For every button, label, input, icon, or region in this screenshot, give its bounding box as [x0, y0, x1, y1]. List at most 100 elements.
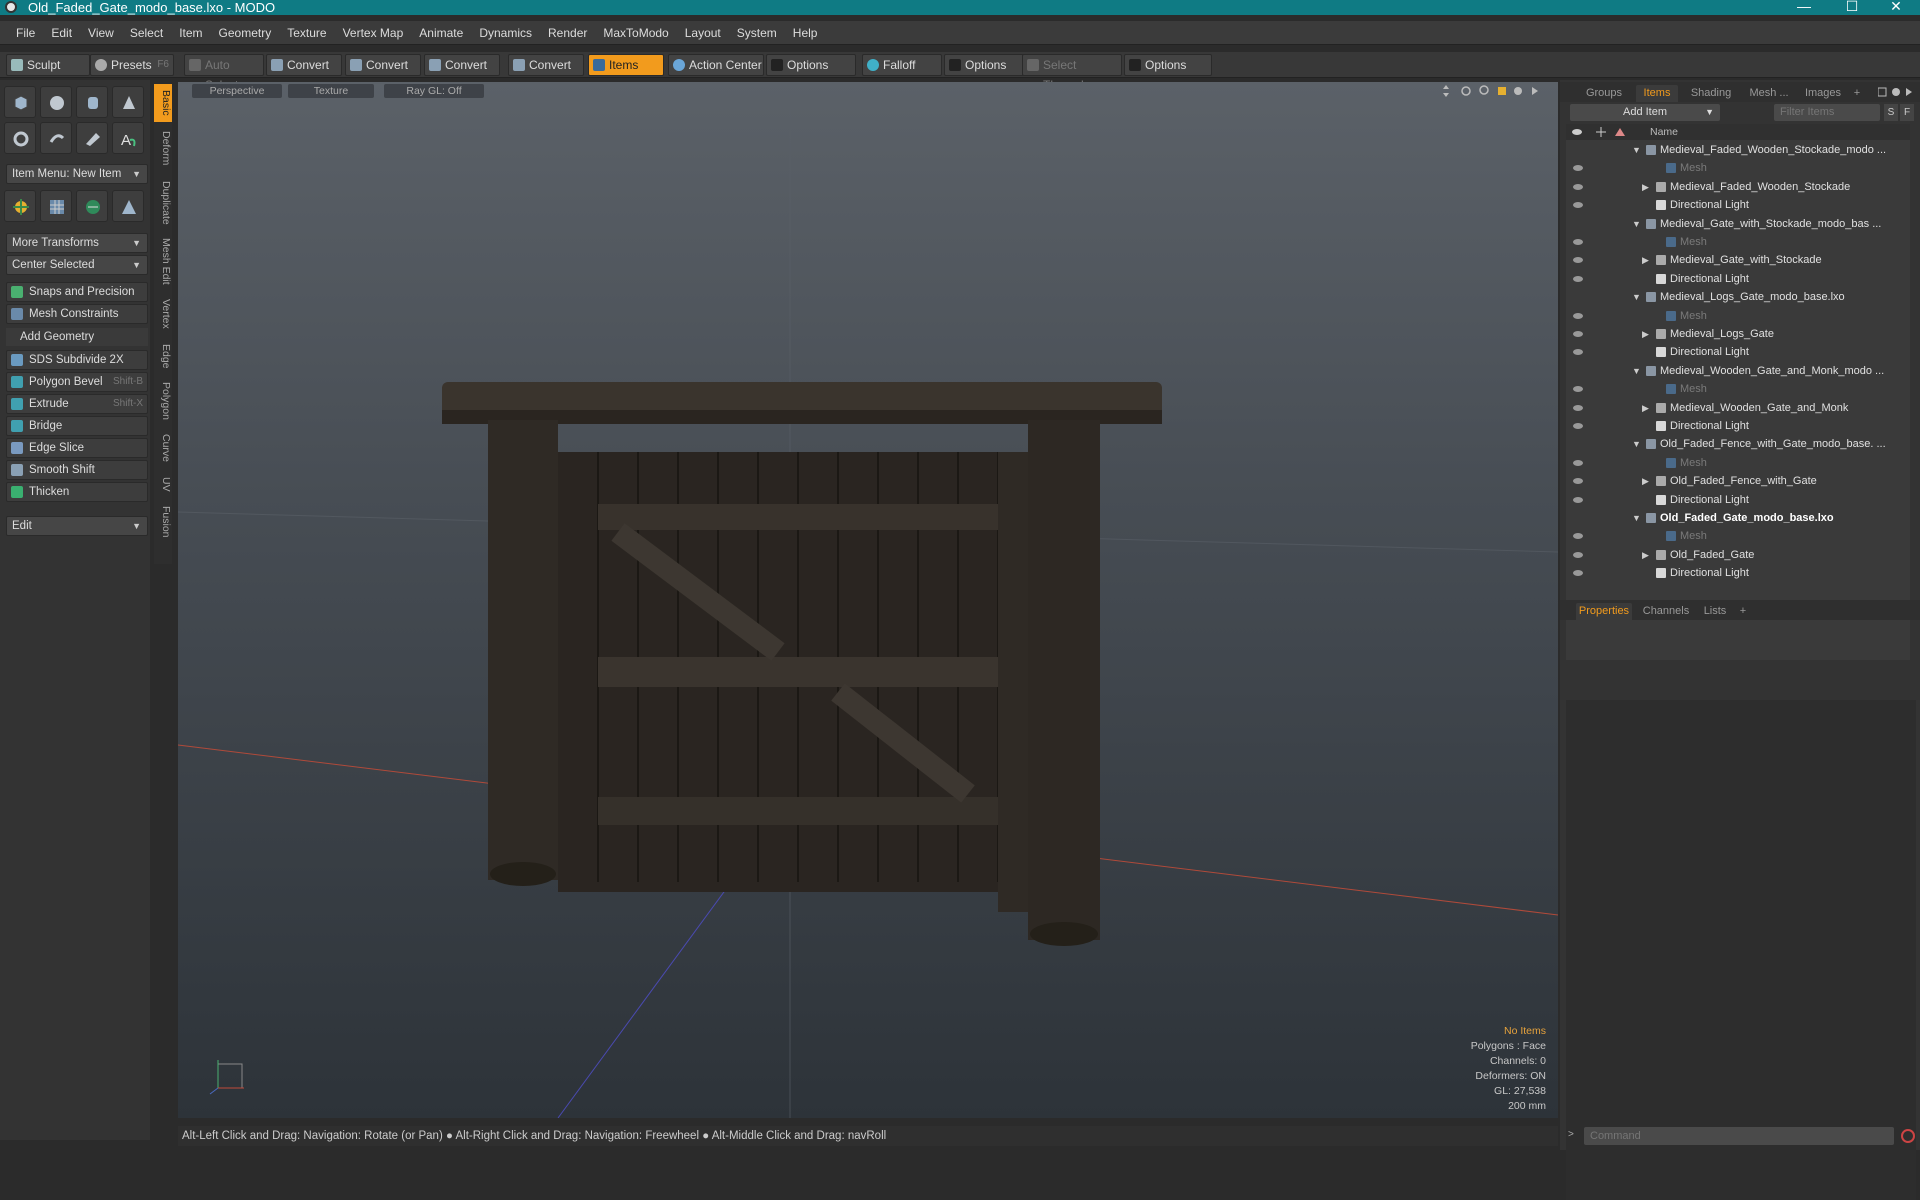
visibility-eye-icon[interactable]: [1573, 458, 1583, 468]
expand-arrow-icon[interactable]: ▶: [1642, 178, 1649, 196]
visibility-eye-icon[interactable]: [1573, 145, 1583, 155]
item-menu-dropdown[interactable]: Item Menu: New Item ▼: [6, 164, 148, 184]
visibility-eye-icon[interactable]: [1573, 219, 1583, 229]
tool-sds-subdivide[interactable]: SDS Subdivide 2X: [6, 350, 148, 370]
menu-animate[interactable]: Animate: [419, 26, 463, 40]
menu-layout[interactable]: Layout: [685, 26, 721, 40]
filter-s-button[interactable]: S: [1884, 104, 1898, 121]
menu-item[interactable]: Item: [179, 26, 202, 40]
collapse-arrow-icon[interactable]: ▼: [1632, 288, 1641, 306]
collapse-arrow-icon[interactable]: ▼: [1632, 215, 1641, 233]
item-row[interactable]: Mesh: [1566, 307, 1910, 325]
cylinder-tool[interactable]: [76, 86, 108, 118]
visibility-eye-icon[interactable]: [1573, 182, 1583, 192]
item-row[interactable]: ▼ Medieval_Logs_Gate_modo_base.lxo: [1566, 288, 1910, 306]
item-row[interactable]: ▶ Medieval_Wooden_Gate_and_Monk: [1566, 399, 1910, 417]
expand-arrow-icon[interactable]: ▶: [1642, 325, 1649, 343]
visibility-eye-icon[interactable]: [1573, 347, 1583, 357]
item-row[interactable]: Mesh: [1566, 527, 1910, 545]
visibility-eye-icon[interactable]: [1573, 163, 1583, 173]
sculpt-button[interactable]: Sculpt: [6, 54, 90, 76]
convert-button-3[interactable]: Convert: [424, 54, 500, 76]
minimize-button[interactable]: —: [1782, 0, 1826, 15]
pyramid-tool[interactable]: [112, 190, 144, 222]
vtab-duplicate[interactable]: Duplicate: [154, 176, 172, 230]
visibility-eye-icon[interactable]: [1573, 384, 1583, 394]
menu-help[interactable]: Help: [793, 26, 818, 40]
more-transforms-dropdown[interactable]: More Transforms ▼: [6, 233, 148, 253]
visibility-eye-icon[interactable]: [1573, 513, 1583, 523]
item-row[interactable]: ▶ Old_Faded_Gate: [1566, 546, 1910, 564]
menu-dynamics[interactable]: Dynamics: [479, 26, 532, 40]
tab-channels[interactable]: Channels: [1640, 603, 1692, 620]
grid-tool[interactable]: [40, 190, 72, 222]
select-through-button[interactable]: Select Through: [1022, 54, 1122, 92]
tool-bridge[interactable]: Bridge: [6, 416, 148, 436]
vtab-polygon[interactable]: Polygon: [154, 378, 172, 424]
item-row[interactable]: Mesh: [1566, 380, 1910, 398]
item-row[interactable]: ▶ Medieval_Gate_with_Stockade: [1566, 251, 1910, 269]
item-row[interactable]: Directional Light: [1566, 417, 1910, 435]
menu-file[interactable]: File: [16, 26, 35, 40]
vtab-mesh-edit[interactable]: Mesh Edit: [154, 234, 172, 288]
presets-button[interactable]: Presets F6: [90, 54, 174, 76]
menu-geometry[interactable]: Geometry: [219, 26, 272, 40]
visibility-eye-icon[interactable]: [1573, 550, 1583, 560]
tab-mesh[interactable]: Mesh ...: [1744, 85, 1794, 102]
item-row[interactable]: ▼ Medieval_Wooden_Gate_and_Monk_modo ...: [1566, 362, 1910, 380]
visibility-eye-icon[interactable]: [1573, 366, 1583, 376]
item-row[interactable]: ▼ Old_Faded_Fence_with_Gate_modo_base. ..…: [1566, 435, 1910, 453]
falloff-button[interactable]: Falloff: [862, 54, 942, 76]
filter-items-input[interactable]: [1774, 104, 1880, 121]
options-button-1[interactable]: Options: [766, 54, 856, 76]
auto-select-button[interactable]: Auto Select: [184, 54, 264, 92]
snaps-button[interactable]: Snaps and Precision: [6, 282, 148, 302]
filter-f-button[interactable]: F: [1900, 104, 1914, 121]
expand-arrow-icon[interactable]: ▶: [1642, 399, 1649, 417]
options-button-2[interactable]: Options: [944, 54, 1024, 76]
visibility-eye-icon[interactable]: [1573, 476, 1583, 486]
visibility-eye-icon[interactable]: [1573, 531, 1583, 541]
visibility-eye-icon[interactable]: [1573, 274, 1583, 284]
tab-items[interactable]: Items: [1636, 85, 1678, 102]
item-row[interactable]: ▶ Medieval_Logs_Gate: [1566, 325, 1910, 343]
add-props-tab-button[interactable]: +: [1736, 603, 1750, 620]
collapse-arrow-icon[interactable]: ▼: [1632, 509, 1641, 527]
vtab-curve[interactable]: Curve: [154, 430, 172, 466]
convert-button-4[interactable]: Convert: [508, 54, 584, 76]
cone-tool[interactable]: [112, 86, 144, 118]
expand-arrow-icon[interactable]: ▶: [1642, 472, 1649, 490]
tab-shading[interactable]: Shading: [1684, 85, 1738, 102]
close-button[interactable]: ✕: [1874, 0, 1918, 15]
edit-dropdown[interactable]: Edit ▼: [6, 516, 148, 536]
item-row[interactable]: Mesh: [1566, 233, 1910, 251]
visibility-eye-icon[interactable]: [1573, 568, 1583, 578]
visibility-eye-icon[interactable]: [1573, 329, 1583, 339]
convert-button-1[interactable]: Convert: [266, 54, 342, 76]
item-row[interactable]: ▶ Old_Faded_Fence_with_Gate: [1566, 472, 1910, 490]
item-row[interactable]: Mesh: [1566, 159, 1910, 177]
visibility-eye-icon[interactable]: [1573, 200, 1583, 210]
raygl-toggle[interactable]: Ray GL: Off: [384, 84, 484, 98]
shading-texture-tab[interactable]: Texture: [288, 84, 374, 98]
mesh-constraints-button[interactable]: Mesh Constraints: [6, 304, 148, 324]
globe-tool[interactable]: [76, 190, 108, 222]
capsule-tool[interactable]: [40, 122, 72, 154]
maximize-button[interactable]: ☐: [1830, 0, 1874, 15]
menu-vertex-map[interactable]: Vertex Map: [343, 26, 404, 40]
item-row[interactable]: Directional Light: [1566, 343, 1910, 361]
cube-tool[interactable]: [4, 86, 36, 118]
menu-texture[interactable]: Texture: [287, 26, 326, 40]
visibility-eye-icon[interactable]: [1573, 403, 1583, 413]
collapse-arrow-icon[interactable]: ▼: [1632, 435, 1641, 453]
vtab-edge[interactable]: Edge: [154, 340, 172, 372]
tab-images[interactable]: Images: [1800, 85, 1846, 102]
text-tool[interactable]: A: [112, 122, 144, 154]
tool-thicken[interactable]: Thicken: [6, 482, 148, 502]
menu-edit[interactable]: Edit: [51, 26, 72, 40]
item-row[interactable]: Directional Light: [1566, 270, 1910, 288]
visibility-eye-icon[interactable]: [1573, 237, 1583, 247]
panel-options-icons[interactable]: [1878, 86, 1914, 98]
collapse-arrow-icon[interactable]: ▼: [1632, 141, 1641, 159]
visibility-eye-icon[interactable]: [1573, 495, 1583, 505]
